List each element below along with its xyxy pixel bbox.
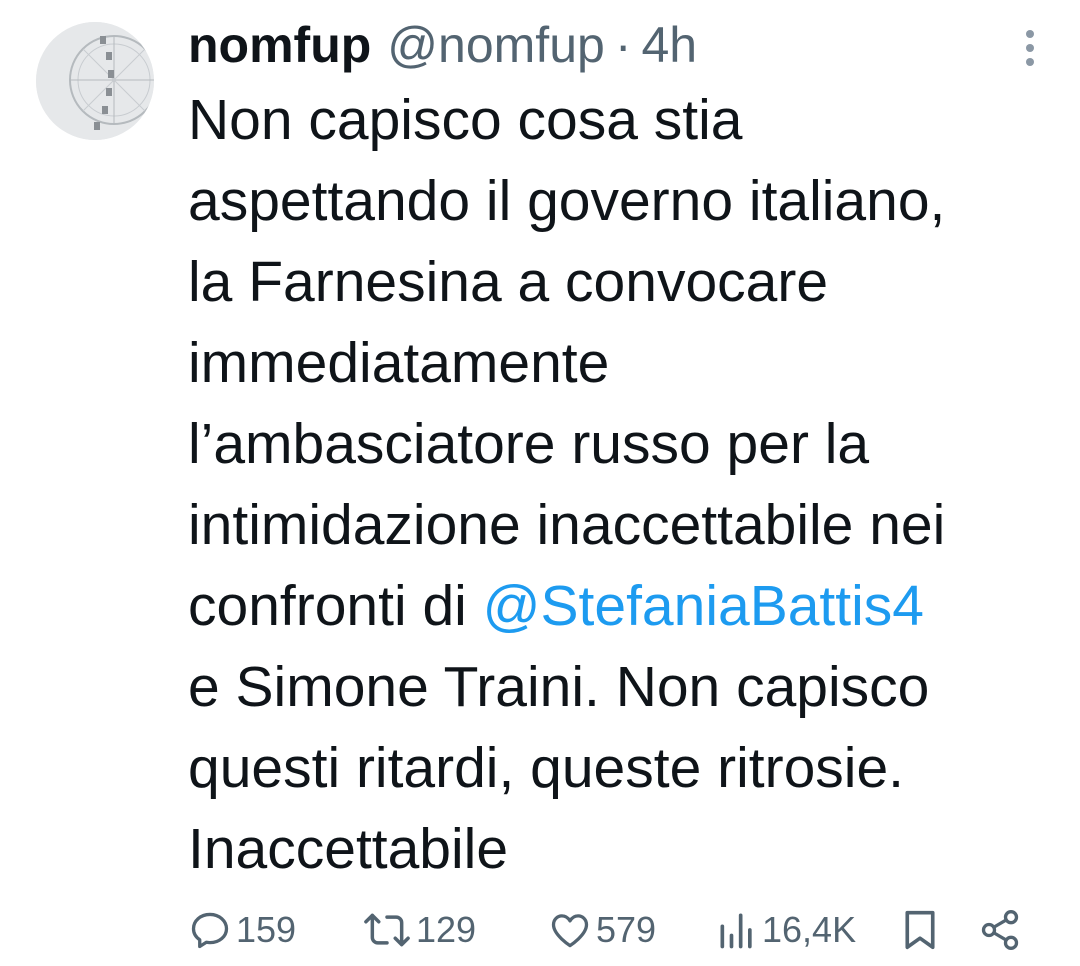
more-options-button[interactable] [1024, 28, 1036, 68]
tweet-text-line: l’ambasciatore russo per la [188, 412, 870, 476]
repost-count: 129 [416, 909, 477, 950]
views-count: 16,4K [762, 909, 857, 950]
tweet-text-line: aspettando il governo italiano, [188, 169, 946, 233]
tweet-text-line: Non capisco cosa stia [188, 88, 743, 152]
author-name[interactable]: nomfup [188, 16, 371, 74]
bookmark-button[interactable] [900, 898, 940, 962]
tweet-text-line: questi ritardi, queste ritrosie. [188, 736, 904, 800]
ferris-wheel-icon [36, 22, 154, 140]
like-count: 579 [596, 909, 657, 950]
author-handle[interactable]: @nomfup [387, 16, 605, 74]
heart-icon [551, 914, 589, 948]
share-button[interactable] [978, 898, 1022, 962]
reply-icon [191, 912, 229, 949]
timestamp[interactable]: 4h [641, 16, 697, 74]
separator-dot: · [614, 17, 632, 73]
repost-button[interactable]: 129 [362, 898, 476, 962]
tweet-text-fragment: confronti di [188, 574, 483, 638]
bookmark-icon [905, 910, 935, 950]
views-button[interactable]: 16,4K [716, 898, 856, 962]
action-bar: 159 129 579 16,4K [188, 898, 1040, 962]
like-button[interactable]: 579 [548, 898, 656, 962]
reply-button[interactable]: 159 [188, 898, 296, 962]
tweet-text-line: la Farnesina a convocare [188, 250, 829, 314]
tweet-text-line: e Simone Traini. Non capisco [188, 655, 930, 719]
mention-link[interactable]: @StefaniaBattis4 [483, 574, 924, 638]
tweet-text-line: Inaccettabile [188, 817, 509, 881]
tweet-text-line: intimidazione inaccettabile nei [188, 493, 946, 557]
tweet-text: Non capisco cosa stia aspettando il gove… [188, 80, 1048, 890]
repost-icon [364, 913, 410, 947]
tweet-header: nomfup @nomfup · 4h [188, 10, 697, 80]
reply-count: 159 [236, 909, 297, 950]
vertical-dots-icon [1026, 30, 1034, 66]
share-icon [981, 910, 1019, 950]
avatar[interactable] [36, 22, 154, 140]
tweet-text-line: immediatamente [188, 331, 610, 395]
tweet-text-line-with-mention: confronti di @StefaniaBattis4 [188, 566, 1048, 647]
views-chart-icon [720, 913, 752, 949]
